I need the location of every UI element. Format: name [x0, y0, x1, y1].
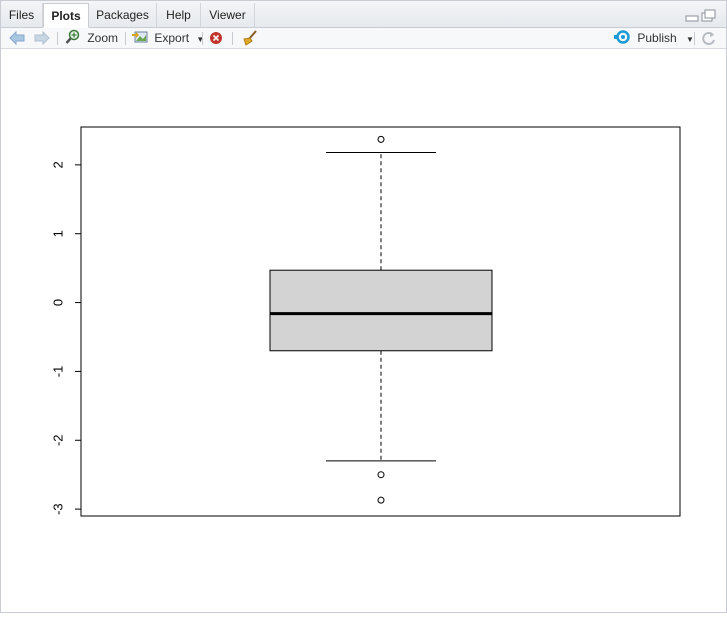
toolbar-separator — [57, 32, 58, 45]
tab-help[interactable]: Help — [157, 3, 201, 27]
zoom-button[interactable]: Zoom — [65, 28, 118, 48]
outlier-point — [377, 496, 385, 504]
outlier-point — [377, 135, 385, 143]
pane-tab-bar: Files Plots Packages Help Viewer — [1, 1, 726, 28]
y-tick-label: 0 — [50, 299, 65, 306]
refresh-icon[interactable] — [701, 31, 716, 51]
chevron-down-icon: ▼ — [196, 35, 205, 44]
y-tick-label: -1 — [50, 366, 65, 378]
toolbar-separator — [125, 32, 126, 45]
chevron-down-icon: ▼ — [686, 35, 694, 44]
export-menu-button[interactable]: Export ▼ — [132, 28, 204, 48]
minimize-pane-icon[interactable] — [684, 9, 718, 23]
zoom-icon — [65, 30, 80, 45]
outlier-point — [377, 471, 385, 479]
plots-toolbar: Zoom Export ▼ Publish ▼ — [1, 28, 726, 49]
tab-viewer[interactable]: Viewer — [201, 3, 255, 27]
interquartile-box — [269, 269, 493, 352]
plot-viewport: -3 -2 -1 0 1 2 — [2, 49, 726, 612]
arrow-right-icon[interactable] — [34, 31, 50, 51]
tab-files[interactable]: Files — [1, 3, 43, 27]
y-tick-label: 1 — [50, 230, 65, 237]
y-tick-label: -3 — [50, 503, 65, 515]
toolbar-separator — [202, 32, 203, 45]
tab-packages[interactable]: Packages — [89, 3, 157, 27]
plots-pane: Files Plots Packages Help Viewer Zoom Ex… — [0, 0, 727, 613]
publish-button[interactable]: Publish ▼ — [614, 28, 694, 48]
publish-icon — [614, 30, 630, 45]
arrow-left-icon[interactable] — [9, 31, 25, 51]
y-tick-label: 2 — [50, 161, 65, 168]
y-tick-label: -2 — [50, 434, 65, 446]
toolbar-separator — [694, 32, 695, 45]
window-controls — [684, 9, 718, 23]
tab-plots[interactable]: Plots — [43, 3, 89, 28]
boxplot-chart: -3 -2 -1 0 1 2 — [50, 126, 681, 517]
broom-icon[interactable] — [241, 30, 259, 50]
remove-plot-icon[interactable] — [209, 31, 223, 51]
export-image-icon — [132, 31, 148, 43]
toolbar-separator — [232, 32, 233, 45]
